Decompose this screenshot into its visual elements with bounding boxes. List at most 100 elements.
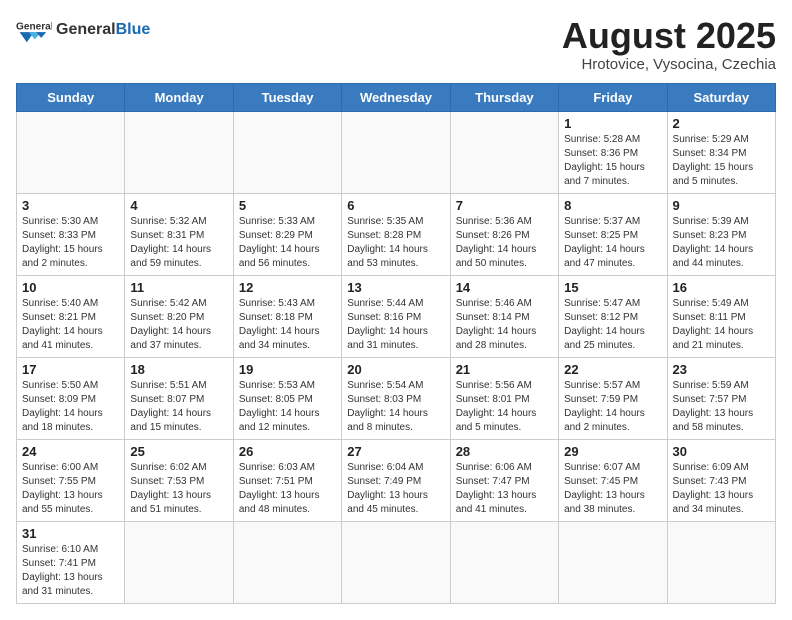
- day-number: 26: [239, 444, 336, 459]
- day-header-monday: Monday: [125, 83, 233, 111]
- day-number: 16: [673, 280, 770, 295]
- day-number: 18: [130, 362, 227, 377]
- day-info: Sunrise: 6:10 AM Sunset: 7:41 PM Dayligh…: [22, 543, 119, 599]
- calendar-cell: [559, 521, 667, 603]
- day-info: Sunrise: 5:51 AM Sunset: 8:07 PM Dayligh…: [130, 379, 227, 435]
- calendar-cell: 1 Sunrise: 5:28 AM Sunset: 8:36 PM Daylig…: [559, 111, 667, 193]
- calendar-cell: 31 Sunrise: 6:10 AM Sunset: 7:41 PM Dayli…: [17, 521, 125, 603]
- calendar-cell: 9Sunrise: 5:39 AM Sunset: 8:23 PM Daylig…: [667, 193, 775, 275]
- day-number: 3: [22, 198, 119, 213]
- calendar-cell: 30 Sunrise: 6:09 AM Sunset: 7:43 PM Dayli…: [667, 439, 775, 521]
- calendar-cell: 11 Sunrise: 5:42 AM Sunset: 8:20 PM Dayli…: [125, 275, 233, 357]
- day-info: Sunrise: 5:53 AM Sunset: 8:05 PM Dayligh…: [239, 379, 336, 435]
- calendar-week-3: 10 Sunrise: 5:40 AM Sunset: 8:21 PM Dayli…: [17, 275, 776, 357]
- calendar-cell: 24 Sunrise: 6:00 AM Sunset: 7:55 PM Dayli…: [17, 439, 125, 521]
- day-number: 23: [673, 362, 770, 377]
- day-info: Sunrise: 6:03 AM Sunset: 7:51 PM Dayligh…: [239, 461, 336, 517]
- calendar-cell: [450, 111, 558, 193]
- day-number: 19: [239, 362, 336, 377]
- day-header-tuesday: Tuesday: [233, 83, 341, 111]
- day-info: Sunrise: 5:30 AM Sunset: 8:33 PM Dayligh…: [22, 215, 119, 271]
- day-info: Sunrise: 5:37 AM Sunset: 8:25 PM Dayligh…: [564, 215, 661, 271]
- day-info: Sunrise: 5:42 AM Sunset: 8:20 PM Dayligh…: [130, 297, 227, 353]
- day-info: Sunrise: 5:28 AM Sunset: 8:36 PM Dayligh…: [564, 133, 661, 189]
- day-info: Sunrise: 6:04 AM Sunset: 7:49 PM Dayligh…: [347, 461, 444, 517]
- calendar-cell: [342, 111, 450, 193]
- calendar-cell: 29Sunrise: 6:07 AM Sunset: 7:45 PM Dayli…: [559, 439, 667, 521]
- calendar-week-2: 3 Sunrise: 5:30 AM Sunset: 8:33 PM Daylig…: [17, 193, 776, 275]
- day-info: Sunrise: 5:36 AM Sunset: 8:26 PM Dayligh…: [456, 215, 553, 271]
- calendar-cell: [450, 521, 558, 603]
- calendar-cell: 19 Sunrise: 5:53 AM Sunset: 8:05 PM Dayli…: [233, 357, 341, 439]
- day-number: 5: [239, 198, 336, 213]
- day-number: 11: [130, 280, 227, 295]
- day-info: Sunrise: 5:40 AM Sunset: 8:21 PM Dayligh…: [22, 297, 119, 353]
- calendar-cell: [233, 521, 341, 603]
- day-number: 29: [564, 444, 661, 459]
- svg-text:General: General: [16, 21, 52, 32]
- calendar-week-6: 31 Sunrise: 6:10 AM Sunset: 7:41 PM Dayli…: [17, 521, 776, 603]
- day-info: Sunrise: 6:02 AM Sunset: 7:53 PM Dayligh…: [130, 461, 227, 517]
- day-info: Sunrise: 5:33 AM Sunset: 8:29 PM Dayligh…: [239, 215, 336, 271]
- day-number: 28: [456, 444, 553, 459]
- calendar-cell: 26 Sunrise: 6:03 AM Sunset: 7:51 PM Dayli…: [233, 439, 341, 521]
- day-info: Sunrise: 5:56 AM Sunset: 8:01 PM Dayligh…: [456, 379, 553, 435]
- calendar-cell: 22Sunrise: 5:57 AM Sunset: 7:59 PM Dayli…: [559, 357, 667, 439]
- calendar-week-5: 24 Sunrise: 6:00 AM Sunset: 7:55 PM Dayli…: [17, 439, 776, 521]
- calendar-cell: 5 Sunrise: 5:33 AM Sunset: 8:29 PM Daylig…: [233, 193, 341, 275]
- day-header-friday: Friday: [559, 83, 667, 111]
- calendar-cell: 3 Sunrise: 5:30 AM Sunset: 8:33 PM Daylig…: [17, 193, 125, 275]
- calendar-cell: 23 Sunrise: 5:59 AM Sunset: 7:57 PM Dayli…: [667, 357, 775, 439]
- day-number: 25: [130, 444, 227, 459]
- day-number: 4: [130, 198, 227, 213]
- calendar-cell: 4Sunrise: 5:32 AM Sunset: 8:31 PM Daylig…: [125, 193, 233, 275]
- title-block: August 2025 Hrotovice, Vysocina, Czechia: [562, 16, 776, 73]
- calendar-cell: 2 Sunrise: 5:29 AM Sunset: 8:34 PM Daylig…: [667, 111, 775, 193]
- calendar-cell: 18 Sunrise: 5:51 AM Sunset: 8:07 PM Dayli…: [125, 357, 233, 439]
- day-number: 20: [347, 362, 444, 377]
- calendar-table: SundayMondayTuesdayWednesdayThursdayFrid…: [16, 83, 776, 604]
- calendar-cell: 20 Sunrise: 5:54 AM Sunset: 8:03 PM Dayli…: [342, 357, 450, 439]
- day-number: 10: [22, 280, 119, 295]
- day-number: 27: [347, 444, 444, 459]
- page-header: General GeneralBlue August 2025 Hrotovic…: [16, 16, 776, 73]
- calendar-cell: 8 Sunrise: 5:37 AM Sunset: 8:25 PM Daylig…: [559, 193, 667, 275]
- day-number: 6: [347, 198, 444, 213]
- calendar-cell: 7Sunrise: 5:36 AM Sunset: 8:26 PM Daylig…: [450, 193, 558, 275]
- location-subtitle: Hrotovice, Vysocina, Czechia: [562, 56, 776, 73]
- calendar-cell: 6 Sunrise: 5:35 AM Sunset: 8:28 PM Daylig…: [342, 193, 450, 275]
- day-info: Sunrise: 5:54 AM Sunset: 8:03 PM Dayligh…: [347, 379, 444, 435]
- calendar-header-row: SundayMondayTuesdayWednesdayThursdayFrid…: [17, 83, 776, 111]
- calendar-cell: 16 Sunrise: 5:49 AM Sunset: 8:11 PM Dayli…: [667, 275, 775, 357]
- day-number: 8: [564, 198, 661, 213]
- day-number: 30: [673, 444, 770, 459]
- month-title: August 2025: [562, 16, 776, 56]
- day-info: Sunrise: 6:06 AM Sunset: 7:47 PM Dayligh…: [456, 461, 553, 517]
- day-info: Sunrise: 6:09 AM Sunset: 7:43 PM Dayligh…: [673, 461, 770, 517]
- day-info: Sunrise: 5:35 AM Sunset: 8:28 PM Dayligh…: [347, 215, 444, 271]
- day-number: 31: [22, 526, 119, 541]
- calendar-cell: [125, 521, 233, 603]
- calendar-cell: [233, 111, 341, 193]
- day-info: Sunrise: 5:43 AM Sunset: 8:18 PM Dayligh…: [239, 297, 336, 353]
- day-number: 24: [22, 444, 119, 459]
- day-info: Sunrise: 6:00 AM Sunset: 7:55 PM Dayligh…: [22, 461, 119, 517]
- day-info: Sunrise: 5:59 AM Sunset: 7:57 PM Dayligh…: [673, 379, 770, 435]
- logo: General GeneralBlue: [16, 16, 150, 44]
- day-number: 2: [673, 116, 770, 131]
- day-number: 12: [239, 280, 336, 295]
- day-number: 1: [564, 116, 661, 131]
- calendar-cell: 21Sunrise: 5:56 AM Sunset: 8:01 PM Dayli…: [450, 357, 558, 439]
- calendar-cell: 10 Sunrise: 5:40 AM Sunset: 8:21 PM Dayli…: [17, 275, 125, 357]
- day-number: 15: [564, 280, 661, 295]
- day-info: Sunrise: 5:49 AM Sunset: 8:11 PM Dayligh…: [673, 297, 770, 353]
- day-info: Sunrise: 5:29 AM Sunset: 8:34 PM Dayligh…: [673, 133, 770, 189]
- calendar-cell: 14Sunrise: 5:46 AM Sunset: 8:14 PM Dayli…: [450, 275, 558, 357]
- day-header-saturday: Saturday: [667, 83, 775, 111]
- calendar-cell: 17Sunrise: 5:50 AM Sunset: 8:09 PM Dayli…: [17, 357, 125, 439]
- day-header-sunday: Sunday: [17, 83, 125, 111]
- calendar-cell: 12 Sunrise: 5:43 AM Sunset: 8:18 PM Dayli…: [233, 275, 341, 357]
- day-info: Sunrise: 5:50 AM Sunset: 8:09 PM Dayligh…: [22, 379, 119, 435]
- day-info: Sunrise: 5:39 AM Sunset: 8:23 PM Dayligh…: [673, 215, 770, 271]
- calendar-cell: [342, 521, 450, 603]
